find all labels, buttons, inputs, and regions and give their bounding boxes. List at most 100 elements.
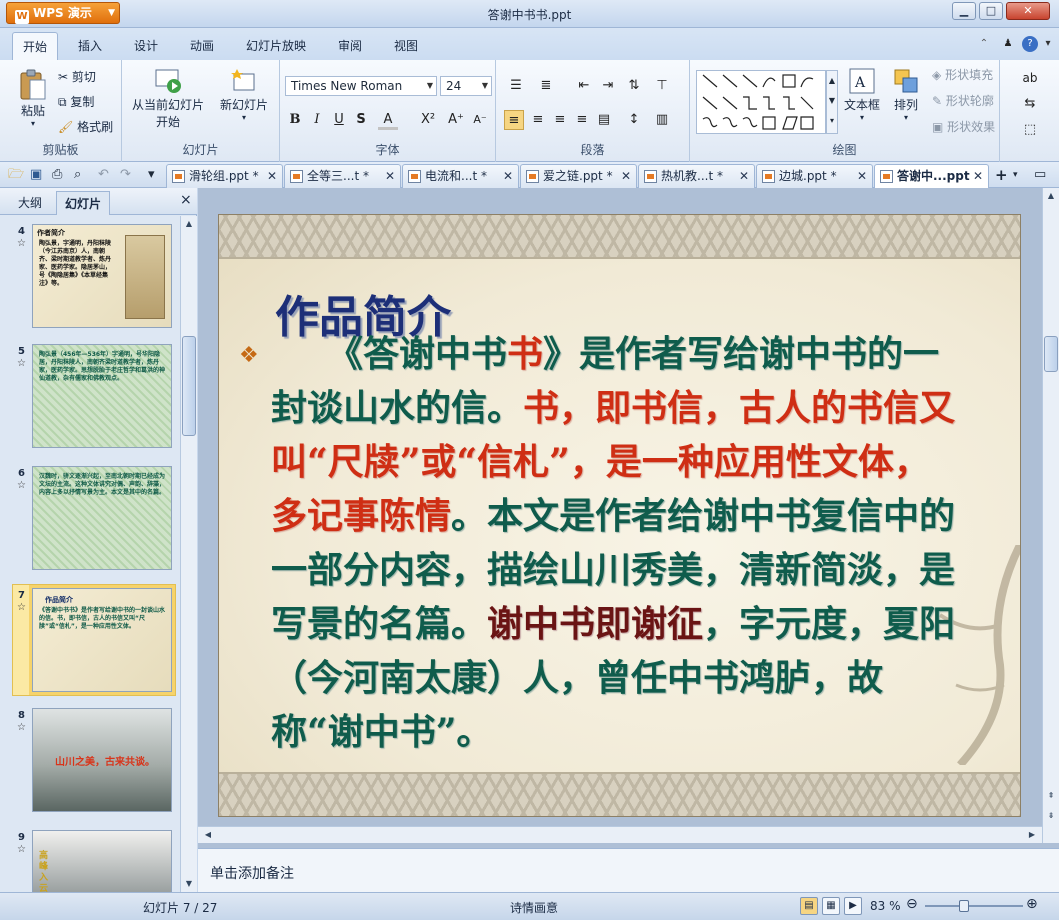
slide-canvas[interactable]: 作品简介 ❖ 《答谢中书书》是作者写给谢中书的一封谈山水的信。书，即书信，古人的… <box>218 214 1021 817</box>
slide-thumbnail-selected[interactable]: 作品简介 《答谢中书书》是作者写给谢中书的一封谈山水的信。书，即书信，古人的书信… <box>29 585 175 695</box>
print-preview-icon[interactable]: ⌕ <box>74 167 81 183</box>
zoom-out-icon[interactable]: ⊖ <box>906 896 918 912</box>
shapes-gallery-scroll[interactable]: ▲ ▼ ▾ <box>826 70 838 134</box>
cut-button[interactable]: ✂ 剪切 <box>58 68 96 85</box>
doc-tab[interactable]: 全等三...t * ✕ <box>284 164 401 188</box>
font-size-select[interactable]: 24 ▼ <box>440 76 492 96</box>
scroll-thumb[interactable] <box>182 336 196 436</box>
editor-vertical-scrollbar[interactable]: ▲ ⇞ ⇟ <box>1042 188 1059 843</box>
scroll-up-icon[interactable]: ▲ <box>1043 188 1059 204</box>
align-center-button[interactable]: ≡ <box>528 110 548 130</box>
tab-insert[interactable]: 插入 <box>78 37 102 54</box>
notes-pane[interactable]: 单击添加备注 <box>198 848 1059 892</box>
new-tab-icon[interactable]: + <box>995 167 1008 183</box>
shrink-font-button[interactable]: A⁻ <box>470 110 490 130</box>
zoom-slider-handle[interactable] <box>959 900 969 912</box>
from-current-slide-button[interactable]: 从当前幻灯片 开始 <box>130 66 206 130</box>
close-tab-icon[interactable]: ✕ <box>857 165 867 187</box>
open-folder-icon[interactable]: 🗁 <box>8 167 24 183</box>
slide-thumbnail[interactable]: 作者简介 陶弘景，字通明，丹阳秣陵（今江苏南京）人，南朝齐、梁时期道教学者、炼丹… <box>32 224 172 328</box>
scroll-up-icon[interactable]: ▲ <box>181 216 197 232</box>
format-painter-button[interactable]: 🖌 格式刷 <box>58 118 113 135</box>
undo-icon[interactable]: ↶ <box>98 167 109 183</box>
textbox-button[interactable]: A 文本框 ▾ <box>842 66 882 122</box>
superscript-button[interactable]: X² <box>418 110 438 130</box>
tab-design[interactable]: 设计 <box>134 37 158 54</box>
doc-tab[interactable]: 电流和...t * ✕ <box>402 164 519 188</box>
close-tab-icon[interactable]: ✕ <box>385 165 395 187</box>
copy-button[interactable]: ⧉ 复制 <box>58 93 94 110</box>
italic-button[interactable]: I <box>307 110 327 130</box>
doc-tab[interactable]: 爱之链.ppt * ✕ <box>520 164 637 188</box>
maximize-button[interactable]: □ <box>979 2 1003 20</box>
shape-fill-button[interactable]: ◈ 形状填充 <box>932 66 993 83</box>
restore-layout-icon[interactable]: ▭ <box>1034 167 1046 183</box>
arrange-button[interactable]: 排列 ▾ <box>888 66 924 122</box>
replace-icon[interactable]: ⇆ <box>1020 94 1040 114</box>
line-spacing-icon[interactable]: ↕ <box>624 110 644 130</box>
close-tab-icon[interactable]: ✕ <box>621 165 631 187</box>
minimize-button[interactable]: ▁ <box>952 2 976 20</box>
zoom-in-icon[interactable]: ⊕ <box>1026 896 1038 912</box>
thumbnail-scrollbar[interactable]: ▲ ▼ <box>180 216 197 892</box>
paste-button[interactable]: 粘贴 ▾ <box>16 68 50 130</box>
save-icon[interactable]: ▣ <box>30 167 42 183</box>
slide-thumbnail[interactable]: 高峰入云 <box>32 830 172 892</box>
font-name-select[interactable]: Times New Roman ▼ <box>285 76 437 96</box>
text-shadow-button[interactable]: S <box>351 110 371 130</box>
print-icon[interactable]: ⎙ <box>52 167 62 183</box>
scroll-thumb[interactable] <box>1044 336 1058 372</box>
align-right-button[interactable]: ≡ <box>550 110 570 130</box>
close-panel-icon[interactable]: × <box>180 192 192 208</box>
zoom-slider[interactable] <box>925 900 1023 912</box>
new-slide-button[interactable]: 新幻灯片 ▾ <box>216 66 272 122</box>
slide-thumbnail[interactable]: 汉魏时，骈文逐渐兴起，至南北朝时期已经成为文坛的主流。这种文体讲究对偶、声韵、辞… <box>32 466 172 570</box>
shape-effects-button[interactable]: ▣ 形状效果 <box>932 118 995 135</box>
shapes-gallery[interactable] <box>696 70 826 134</box>
close-tab-icon[interactable]: ✕ <box>739 165 749 187</box>
redo-icon[interactable]: ↷ <box>120 167 131 183</box>
scroll-right-icon[interactable]: ▶ <box>1024 827 1040 843</box>
tab-animation[interactable]: 动画 <box>190 37 214 54</box>
distributed-button[interactable]: ▤ <box>594 110 614 130</box>
bold-button[interactable]: B <box>285 110 305 130</box>
tab-list-dropdown-icon[interactable]: ▾ <box>1013 167 1018 183</box>
decrease-indent-icon[interactable]: ⇤ <box>574 76 594 96</box>
shape-outline-button[interactable]: ✎ 形状轮廓 <box>932 92 994 109</box>
doc-tab[interactable]: 边城.ppt * ✕ <box>756 164 873 188</box>
select-icon[interactable]: ⬚ <box>1020 120 1040 140</box>
slideshow-button[interactable]: ▶ <box>844 897 862 915</box>
bullet-list-icon[interactable]: ☰ <box>506 76 526 96</box>
close-window-button[interactable]: ✕ <box>1006 2 1050 20</box>
pin-icon[interactable]: ⌃ <box>976 36 992 52</box>
tab-outline[interactable]: 大纲 <box>18 194 42 211</box>
help-icon[interactable]: ? <box>1022 36 1038 52</box>
align-text-icon[interactable]: ⊤ <box>652 76 672 96</box>
slide-thumbnail[interactable]: 陶弘景（456年—536年）字通明，号华阳隐居，丹阳秣陵人，南朝齐梁时道教学者，… <box>32 344 172 448</box>
scroll-down-icon[interactable]: ▼ <box>181 876 197 892</box>
tab-home[interactable]: 开始 <box>12 32 59 60</box>
next-slide-icon[interactable]: ⇟ <box>1043 808 1059 824</box>
text-direction-icon[interactable]: ⇅ <box>624 76 644 96</box>
tab-review[interactable]: 审阅 <box>338 37 362 54</box>
slide-thumbnail[interactable]: 山川之美，古来共谈。 <box>32 708 172 812</box>
grow-font-button[interactable]: A⁺ <box>446 110 466 130</box>
increase-indent-icon[interactable]: ⇥ <box>598 76 618 96</box>
close-tab-icon[interactable]: ✕ <box>973 165 983 187</box>
previous-slide-icon[interactable]: ⇞ <box>1043 788 1059 804</box>
normal-view-button[interactable]: ▤ <box>800 897 818 915</box>
tab-slideshow[interactable]: 幻灯片放映 <box>246 37 306 54</box>
find-icon[interactable]: ab <box>1020 68 1040 88</box>
columns-icon[interactable]: ▥ <box>652 110 672 130</box>
tab-slides[interactable]: 幻灯片 <box>56 191 111 215</box>
justify-button[interactable]: ≡ <box>572 110 592 130</box>
font-color-button[interactable]: A <box>378 110 398 130</box>
align-left-button[interactable]: ≡ <box>504 110 524 130</box>
doc-tab[interactable]: 滑轮组.ppt * ✕ <box>166 164 283 188</box>
close-tab-icon[interactable]: ✕ <box>503 165 513 187</box>
shirt-skin-icon[interactable]: ♟ <box>1000 36 1016 52</box>
customize-toolbar-icon[interactable]: ▾ <box>148 167 155 183</box>
tab-view[interactable]: 视图 <box>394 37 418 54</box>
underline-button[interactable]: U <box>329 110 349 130</box>
slide-sorter-button[interactable]: ▦ <box>822 897 840 915</box>
